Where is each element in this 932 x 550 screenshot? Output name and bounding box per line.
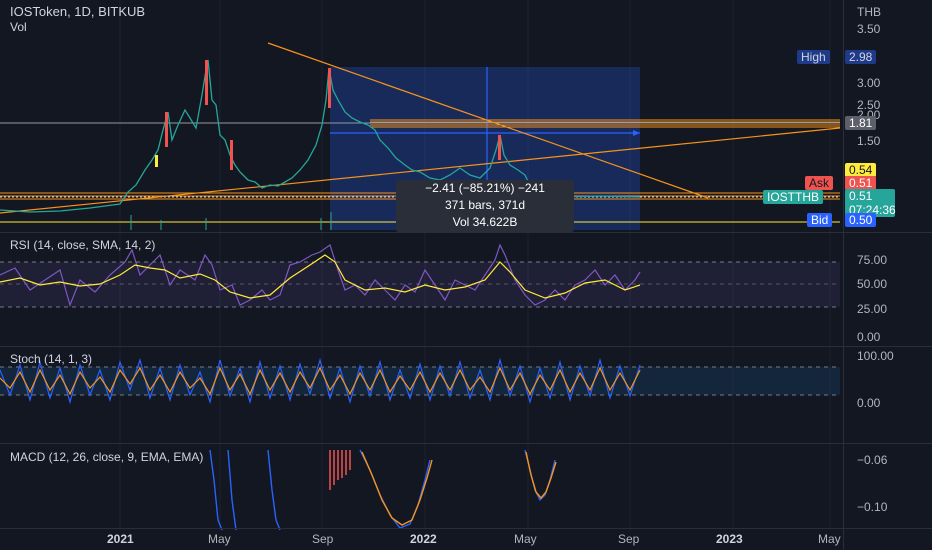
symbol-tag: IOSTTHB bbox=[763, 190, 824, 204]
stoch-tick: 0.00 bbox=[857, 396, 881, 410]
stoch-tick: 100.00 bbox=[857, 349, 894, 363]
currency-label: THB bbox=[857, 5, 881, 19]
pane-separator bbox=[0, 528, 932, 529]
rsi-tick: 25.00 bbox=[857, 302, 888, 316]
chart-canvas[interactable] bbox=[0, 0, 932, 550]
rsi-tick: 50.00 bbox=[857, 277, 888, 291]
bid-value: 0.50 bbox=[845, 213, 877, 227]
time-label: 2022 bbox=[410, 532, 437, 546]
symbol-title[interactable]: IOSToken, 1D, BITKUB bbox=[10, 4, 145, 19]
rsi-tick: 0.00 bbox=[857, 330, 881, 344]
pane-separator[interactable] bbox=[0, 346, 932, 347]
high-label: High bbox=[797, 50, 830, 64]
time-label: May bbox=[514, 532, 537, 546]
time-label: 2023 bbox=[716, 532, 743, 546]
high-value: 2.98 bbox=[845, 50, 877, 64]
time-label: May bbox=[818, 532, 841, 546]
time-label: Sep bbox=[618, 532, 640, 546]
macd-tick: −0.06 bbox=[857, 453, 888, 467]
yellow-level-value: 0.54 bbox=[845, 163, 877, 177]
price-tick: 3.00 bbox=[857, 76, 881, 90]
pane-separator[interactable] bbox=[0, 232, 932, 233]
price-axis-divider bbox=[843, 0, 844, 550]
macd-tick: −0.10 bbox=[857, 500, 888, 514]
time-label: 2021 bbox=[107, 532, 134, 546]
pane-separator[interactable] bbox=[0, 443, 932, 444]
rsi-tick: 75.00 bbox=[857, 253, 888, 267]
measure-change: −2.41 (−85.21%) −241 bbox=[425, 181, 545, 195]
bid-label: Bid bbox=[807, 213, 833, 227]
price-tick: 3.50 bbox=[857, 22, 881, 36]
stoch-label[interactable]: Stoch (14, 1, 3) bbox=[10, 352, 92, 366]
measure-volume: Vol 34.622B bbox=[452, 215, 518, 229]
volume-label[interactable]: Vol bbox=[10, 20, 27, 34]
time-label: Sep bbox=[312, 532, 334, 546]
price-tick: 1.50 bbox=[857, 134, 881, 148]
time-label: May bbox=[208, 532, 231, 546]
rsi-label[interactable]: RSI (14, close, SMA, 14, 2) bbox=[10, 238, 155, 252]
macd-label[interactable]: MACD (12, 26, close, 9, EMA, EMA) bbox=[10, 450, 203, 464]
measure-bars: 371 bars, 371d bbox=[444, 198, 526, 212]
ask-value: 0.51 bbox=[845, 176, 877, 190]
level-value: 1.81 bbox=[845, 116, 877, 130]
measure-tooltip: −2.41 (−85.21%) −241 371 bars, 371d Vol … bbox=[396, 180, 574, 232]
ask-label: Ask bbox=[805, 176, 834, 190]
last-value: 0.51 bbox=[849, 189, 873, 203]
